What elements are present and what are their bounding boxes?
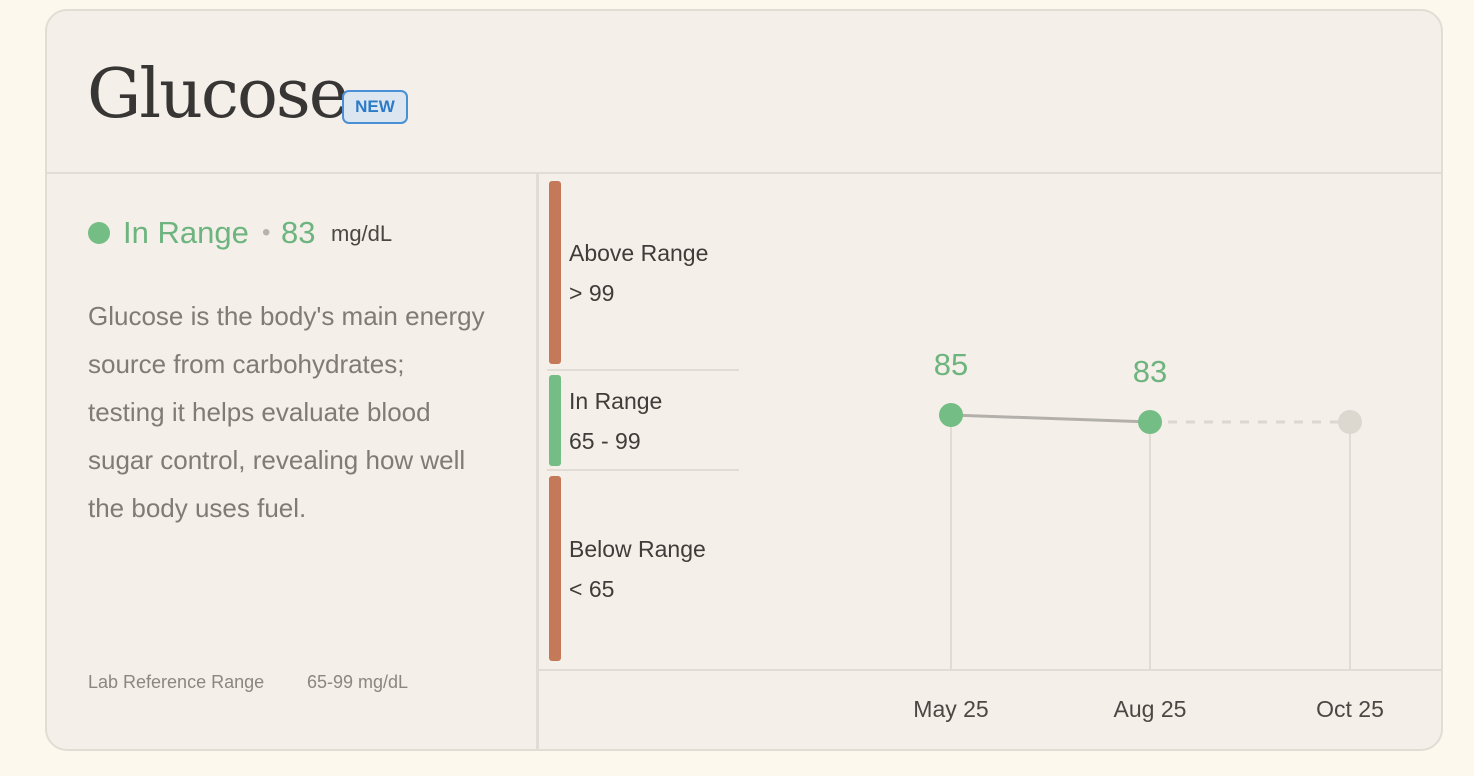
summary-panel: In Range • 83 mg/dL Glucose is the body'…: [47, 172, 539, 749]
glucose-trend-chart: 85 83: [934, 347, 1362, 669]
status-dot-icon: [88, 222, 110, 244]
reference-range-value: 65-99 mg/dL: [307, 672, 409, 692]
x-tick-label: May 25: [913, 696, 989, 722]
data-label: 85: [934, 347, 968, 382]
status-value: 83: [281, 215, 316, 250]
x-tick-label: Oct 25: [1316, 696, 1384, 722]
status-separator: •: [262, 219, 271, 246]
new-badge: NEW: [342, 90, 408, 124]
data-label: 83: [1133, 354, 1167, 389]
x-tick-label: Aug 25: [1113, 696, 1187, 722]
chart-panel: Above Range > 99 In Range 65 - 99 Below …: [539, 172, 1441, 749]
glucose-card: Glucose NEW In Range • 83 mg/dL Glucose …: [45, 9, 1443, 751]
card-title: Glucose: [87, 55, 349, 134]
reference-range-label: Lab Reference Range: [88, 672, 265, 692]
pending-point: [1338, 410, 1362, 434]
status-label: In Range: [123, 215, 249, 250]
marker-description: Glucose is the body's main energy source…: [88, 301, 485, 523]
series-line: [950, 413, 1151, 424]
data-point: [939, 403, 963, 427]
x-axis-line: [539, 669, 1441, 671]
status-unit: mg/dL: [331, 221, 393, 246]
card-header: Glucose NEW: [47, 11, 1441, 174]
data-point: [1138, 410, 1162, 434]
